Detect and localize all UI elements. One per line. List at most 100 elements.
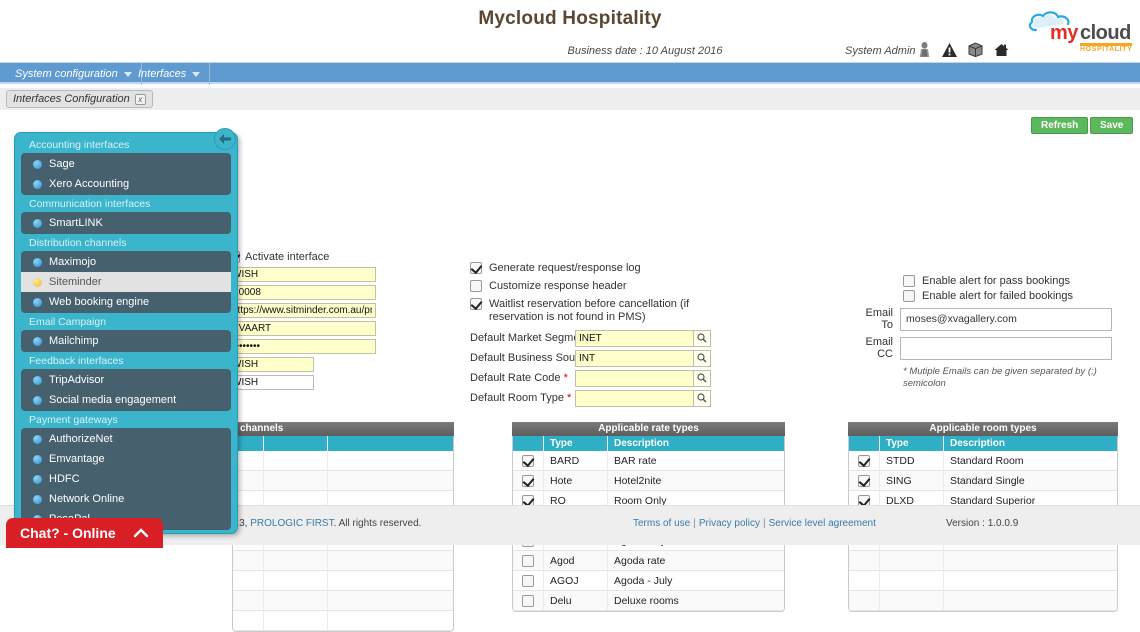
- channels-table-caption: channels: [232, 422, 454, 436]
- interface-url-field[interactable]: [228, 303, 376, 318]
- rate-code-input[interactable]: [575, 369, 694, 387]
- bullet-icon: [33, 218, 42, 228]
- table-row[interactable]: [849, 571, 1117, 591]
- home-icon[interactable]: [994, 43, 1009, 57]
- interface-field-7[interactable]: [228, 375, 314, 390]
- sidebar-group-items: Sage Xero Accounting: [21, 153, 231, 195]
- close-icon[interactable]: x: [134, 93, 146, 105]
- sidebar-item-social-media-engagement[interactable]: Social media engagement: [21, 390, 231, 410]
- logo-tagline: HOSPITALITY: [1080, 46, 1133, 53]
- sidebar-item-authorizenet[interactable]: AuthorizeNet: [21, 429, 231, 449]
- package-icon[interactable]: [968, 42, 983, 57]
- sidebar-group-items: Maximojo Siteminder Web booking engine: [21, 251, 231, 313]
- sidebar-item-tripadvisor[interactable]: TripAdvisor: [21, 370, 231, 390]
- sidebar-item-hdfc[interactable]: HDFC: [21, 469, 231, 489]
- terms-of-use-link[interactable]: Terms of use: [633, 518, 690, 529]
- menu-item-system-configuration[interactable]: System configuration: [6, 63, 142, 85]
- table-row[interactable]: STDD Standard Room: [849, 451, 1117, 471]
- option-row-waitlist: Waitlist reservation before cancellation…: [470, 298, 730, 324]
- chat-widget[interactable]: Chat? - Online: [6, 518, 163, 548]
- sidebar-item-emvantage[interactable]: Emvantage: [21, 449, 231, 469]
- failed-bookings-checkbox[interactable]: [903, 290, 915, 302]
- row-select-checkbox[interactable]: [522, 474, 534, 487]
- sidebar-item-smartlink[interactable]: SmartLINK: [21, 213, 231, 233]
- field-row-rate-code: Default Rate Code *: [470, 369, 730, 387]
- sidebar-item-network-online[interactable]: Network Online: [21, 489, 231, 509]
- email-cc-input[interactable]: [900, 336, 1112, 360]
- sidebar-item-label: TripAdvisor: [49, 374, 105, 386]
- generate-log-checkbox[interactable]: [470, 262, 482, 274]
- table-row[interactable]: Agod Agoda rate: [513, 551, 784, 571]
- table-row[interactable]: [233, 591, 453, 611]
- row-select-checkbox[interactable]: [858, 454, 870, 467]
- table-row[interactable]: [233, 551, 453, 571]
- cell-type: [263, 611, 327, 630]
- table-row[interactable]: [233, 611, 453, 631]
- search-icon[interactable]: [694, 369, 711, 387]
- row-select-checkbox[interactable]: [522, 594, 534, 607]
- row-select-checkbox[interactable]: [522, 574, 534, 587]
- search-icon[interactable]: [694, 329, 711, 347]
- bullet-icon: [33, 454, 42, 464]
- generate-log-label: Generate request/response log: [489, 262, 641, 274]
- row-select-checkbox[interactable]: [522, 454, 534, 467]
- email-to-input[interactable]: [900, 307, 1112, 331]
- interface-field-2[interactable]: [228, 285, 376, 300]
- mycloud-logo: my cloud HOSPITALITY: [1028, 8, 1132, 54]
- column-header-description: Description: [607, 436, 784, 451]
- table-row[interactable]: [849, 591, 1117, 611]
- footer-links: Terms of use | Privacy policy | Service leve…: [633, 518, 876, 529]
- header-icon-group: [918, 42, 1009, 57]
- sidebar-item-sage[interactable]: Sage: [21, 154, 231, 174]
- row-select-checkbox[interactable]: [522, 554, 534, 567]
- activate-interface-label: Activate interface: [245, 251, 330, 263]
- table-row[interactable]: Hote Hotel2nite: [513, 471, 784, 491]
- cell-description: Standard Room: [943, 451, 1117, 470]
- privacy-policy-link[interactable]: Privacy policy: [699, 518, 760, 529]
- sidebar-item-label: Siteminder: [49, 276, 102, 288]
- interface-field-1[interactable]: [228, 267, 376, 282]
- sidebar-item-web-booking-engine[interactable]: Web booking engine: [21, 292, 231, 312]
- warning-icon[interactable]: [942, 42, 957, 57]
- interface-username-field[interactable]: [228, 321, 376, 336]
- search-icon[interactable]: [694, 389, 711, 407]
- user-icon[interactable]: [918, 42, 931, 57]
- tab-interfaces-configuration[interactable]: Interfaces Configuration x: [6, 90, 153, 108]
- table-row[interactable]: BARD BAR rate: [513, 451, 784, 471]
- table-row[interactable]: Delu Deluxe rooms: [513, 591, 784, 611]
- refresh-button[interactable]: Refresh: [1031, 117, 1089, 134]
- sidebar-item-mailchimp[interactable]: Mailchimp: [21, 331, 231, 351]
- sidebar-item-maximojo[interactable]: Maximojo: [21, 252, 231, 272]
- sidebar-item-label: SmartLINK: [49, 217, 103, 229]
- market-segment-input[interactable]: [575, 329, 694, 347]
- service-level-agreement-link[interactable]: Service level agreement: [769, 518, 876, 529]
- sidebar-item-siteminder[interactable]: Siteminder: [21, 272, 231, 292]
- prologic-link[interactable]: PROLOGIC FIRST: [250, 518, 333, 529]
- customize-header-checkbox[interactable]: [470, 280, 482, 292]
- business-source-input[interactable]: [575, 349, 694, 367]
- table-row[interactable]: SING Standard Single: [849, 471, 1117, 491]
- search-icon[interactable]: [694, 349, 711, 367]
- pass-bookings-checkbox[interactable]: [903, 275, 915, 287]
- table-row[interactable]: [233, 451, 453, 471]
- interface-field-6[interactable]: [228, 357, 314, 372]
- interface-password-field[interactable]: [228, 339, 376, 354]
- menu-item-interfaces[interactable]: Interfaces: [129, 63, 211, 85]
- sidebar-item-xero-accounting[interactable]: Xero Accounting: [21, 174, 231, 194]
- row-select-checkbox[interactable]: [858, 474, 870, 487]
- bullet-icon: [33, 434, 42, 444]
- save-button[interactable]: Save: [1090, 117, 1134, 134]
- room-type-input[interactable]: [575, 389, 694, 407]
- sidebar-item-label: Mailchimp: [49, 335, 99, 347]
- table-row[interactable]: AGOJ Agoda - July: [513, 571, 784, 591]
- sidebar-item-label: AuthorizeNet: [49, 433, 113, 445]
- sidebar-collapse-button[interactable]: [214, 128, 236, 150]
- table-row[interactable]: [233, 471, 453, 491]
- activate-interface-row: Activate interface: [228, 250, 388, 264]
- table-row[interactable]: [849, 551, 1117, 571]
- sidebar-group-items: AuthorizeNetEmvantageHDFCNetwork OnlineP…: [21, 428, 231, 530]
- tab-strip: Interfaces Configuration x: [0, 88, 1140, 110]
- rate-types-table-caption: Applicable rate types: [512, 422, 785, 436]
- table-row[interactable]: [233, 571, 453, 591]
- waitlist-checkbox[interactable]: [470, 298, 482, 310]
